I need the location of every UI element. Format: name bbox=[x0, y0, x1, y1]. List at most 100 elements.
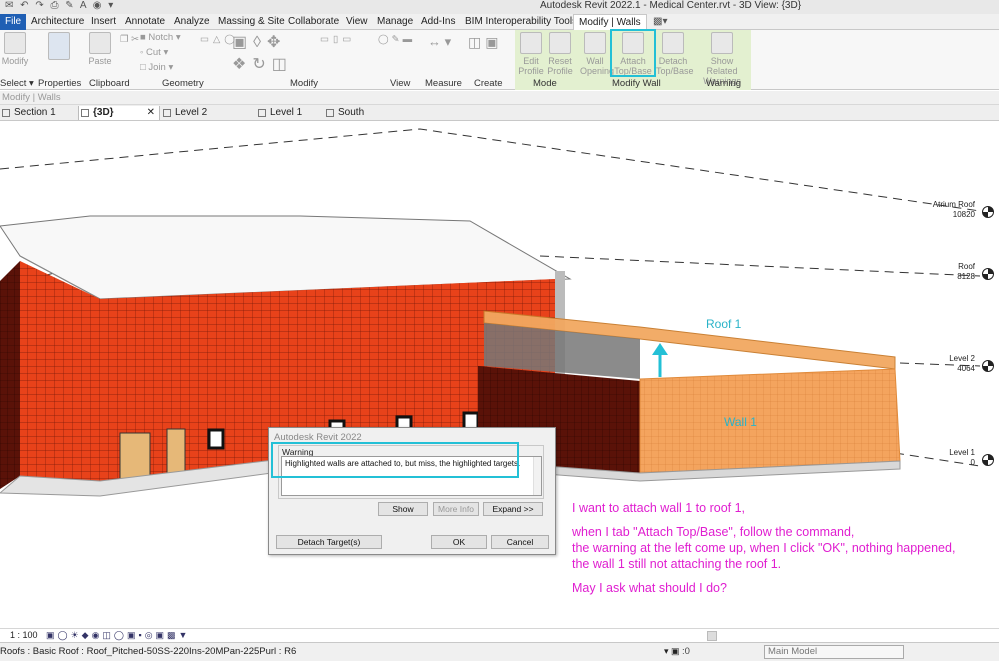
level-tag-roof: Roof 8128 bbox=[957, 262, 975, 281]
join-button[interactable]: □ Join ▾ bbox=[140, 62, 173, 73]
group-mode: Mode bbox=[533, 78, 557, 89]
view-tab-level-2[interactable]: Level 2 bbox=[161, 106, 249, 120]
ribbon-tab-bar: File Architecture Insert Annotate Analyz… bbox=[0, 14, 999, 31]
measure-icon[interactable]: ↔ ▾ bbox=[428, 34, 451, 50]
view-scale[interactable]: 1 : 100 bbox=[10, 630, 38, 640]
reset-profile-button[interactable]: Reset Profile bbox=[546, 32, 574, 76]
3d-view-icon bbox=[81, 109, 89, 117]
view-control-icons[interactable]: ▣◯☀◆◉◫◯▣▪◎▣▩▼ bbox=[46, 630, 190, 641]
elevation-view-icon bbox=[326, 109, 334, 117]
group-geometry: Geometry bbox=[162, 78, 204, 89]
group-view: View bbox=[390, 78, 411, 89]
question-line: I want to attach wall 1 to roof 1, bbox=[572, 501, 746, 515]
show-button[interactable]: Show bbox=[378, 502, 428, 516]
level-head-icon[interactable] bbox=[982, 268, 994, 280]
status-selection-text: Roofs : Basic Roof : Roof_Pitched-50SS-2… bbox=[0, 646, 297, 657]
model-selector[interactable]: Main Model bbox=[764, 645, 904, 659]
level-tag-level-1: Level 10 bbox=[949, 448, 975, 467]
view-tab-bar: Section 1 {3D} ✕ Level 2 Level 1 South bbox=[0, 105, 999, 121]
view-tab-3d[interactable]: {3D} ✕ bbox=[78, 106, 160, 120]
view-tab-section-1[interactable]: Section 1 bbox=[0, 106, 72, 120]
align-offset-icons[interactable]: ▭▯▭ bbox=[320, 34, 355, 45]
plan-view-icon bbox=[258, 109, 266, 117]
status-icons[interactable]: ▾ ▣ bbox=[664, 646, 680, 657]
roof-1-label: Roof 1 bbox=[706, 317, 742, 331]
level-tag-level-2: Level 2 4064 bbox=[949, 354, 975, 373]
cancel-button[interactable]: Cancel bbox=[491, 535, 549, 549]
group-modify: Modify bbox=[290, 78, 318, 89]
level-head-icon[interactable] bbox=[982, 360, 994, 372]
contextual-dropdown-icon[interactable]: ▩▾ bbox=[648, 14, 672, 30]
group-measure: Measure bbox=[425, 78, 462, 89]
tab-annotate[interactable]: Annotate bbox=[120, 14, 170, 30]
paste-icon bbox=[89, 32, 111, 54]
wall-1-label: Wall 1 bbox=[724, 415, 757, 429]
copy-icon[interactable]: ❐ ✂ bbox=[120, 34, 139, 45]
notch-button[interactable]: ■ Notch ▾ bbox=[140, 32, 181, 43]
options-bar: Modify | Walls bbox=[0, 91, 999, 105]
question-line: the wall 1 still not attaching the roof … bbox=[572, 557, 782, 571]
create-tools-icons[interactable]: ◫▣ bbox=[468, 34, 502, 51]
horizontal-scrollbar-thumb[interactable] bbox=[707, 631, 717, 641]
properties-icon bbox=[48, 32, 70, 60]
paste-button[interactable]: Paste bbox=[85, 32, 115, 66]
tab-massing-site[interactable]: Massing & Site bbox=[213, 14, 290, 30]
modify-button[interactable]: Modify bbox=[0, 32, 30, 66]
question-line: May I ask what should I do? bbox=[572, 581, 727, 595]
title-bar: ✉ ↶ ↷ ⎙ ✎ A ◉ ▾ Autodesk Revit 2022.1 - … bbox=[0, 0, 999, 14]
move-rotate-icons[interactable]: ❖↻◫ bbox=[232, 54, 293, 74]
tab-collaborate[interactable]: Collaborate bbox=[283, 14, 344, 30]
tab-view[interactable]: View bbox=[341, 14, 373, 30]
detach-top-base-icon bbox=[662, 32, 684, 54]
warning-highlight-box bbox=[271, 442, 519, 478]
more-info-button[interactable]: More Info bbox=[433, 502, 479, 516]
question-text: I want to attach wall 1 to roof 1, when … bbox=[572, 500, 992, 596]
expand-button[interactable]: Expand >> bbox=[483, 502, 543, 516]
group-warning: Warning bbox=[706, 78, 742, 89]
ribbon-panel: Modify Select ▾ Properties Paste ❐ ✂ Cli… bbox=[0, 30, 999, 90]
group-clipboard: Clipboard bbox=[89, 78, 130, 89]
modify-tools-icons[interactable]: ▣◊✥ bbox=[232, 32, 286, 52]
warning-triangle-icon bbox=[711, 32, 733, 54]
question-line: when I tab "Attach Top/Base", follow the… bbox=[572, 525, 855, 539]
close-icon[interactable]: ✕ bbox=[147, 106, 155, 120]
cut-button[interactable]: ◦ Cut ▾ bbox=[140, 47, 168, 58]
message-scrollbar[interactable] bbox=[533, 457, 541, 495]
properties-button[interactable] bbox=[42, 32, 76, 62]
level-head-icon[interactable] bbox=[982, 206, 994, 218]
tab-analyze[interactable]: Analyze bbox=[169, 14, 215, 30]
detach-targets-button[interactable]: Detach Target(s) bbox=[276, 535, 382, 549]
tab-bim-interoperability[interactable]: BIM Interoperability Tools bbox=[460, 14, 582, 30]
status-bar: Roofs : Basic Roof : Roof_Pitched-50SS-2… bbox=[0, 642, 999, 661]
tab-insert[interactable]: Insert bbox=[86, 14, 121, 30]
plan-view-icon bbox=[163, 109, 171, 117]
edit-profile-icon bbox=[520, 32, 542, 54]
section-view-icon bbox=[2, 109, 10, 117]
tab-manage[interactable]: Manage bbox=[372, 14, 418, 30]
wall-opening-icon bbox=[584, 32, 606, 54]
tab-file[interactable]: File bbox=[0, 14, 27, 30]
view-tab-level-1[interactable]: Level 1 bbox=[256, 106, 326, 120]
edit-profile-button[interactable]: Edit Profile bbox=[517, 32, 545, 76]
tab-architecture[interactable]: Architecture bbox=[26, 14, 89, 30]
detach-top-base-button[interactable]: Detach Top/Base bbox=[656, 32, 694, 76]
tab-add-ins[interactable]: Add-Ins bbox=[416, 14, 460, 30]
cursor-arrow-icon bbox=[4, 32, 26, 54]
group-modify-wall: Modify Wall bbox=[612, 78, 661, 89]
window-title: Autodesk Revit 2022.1 - Medical Center.r… bbox=[540, 0, 802, 11]
group-properties: Properties bbox=[38, 78, 82, 89]
view-control-bar: 1 : 100 ▣◯☀◆◉◫◯▣▪◎▣▩▼ bbox=[0, 628, 999, 642]
ok-button[interactable]: OK bbox=[431, 535, 487, 549]
attach-highlight-box bbox=[610, 29, 656, 77]
group-select[interactable]: Select ▾ bbox=[0, 78, 34, 89]
level-head-icon[interactable] bbox=[982, 454, 994, 466]
group-create: Create bbox=[474, 78, 503, 89]
view-tab-south[interactable]: South bbox=[324, 106, 394, 120]
reset-profile-icon bbox=[549, 32, 571, 54]
worksets-count: :0 bbox=[682, 646, 690, 657]
wall-opening-button[interactable]: Wall Opening bbox=[580, 32, 614, 76]
question-line: the warning at the left come up, when I … bbox=[572, 541, 956, 555]
level-tag-atrium-roof: Atrium Roof 10820 bbox=[932, 200, 975, 219]
quick-access-toolbar[interactable]: ✉ ↶ ↷ ⎙ ✎ A ◉ ▾ bbox=[5, 0, 115, 11]
view-tools-icons[interactable]: ◯✎▬ bbox=[378, 34, 415, 45]
